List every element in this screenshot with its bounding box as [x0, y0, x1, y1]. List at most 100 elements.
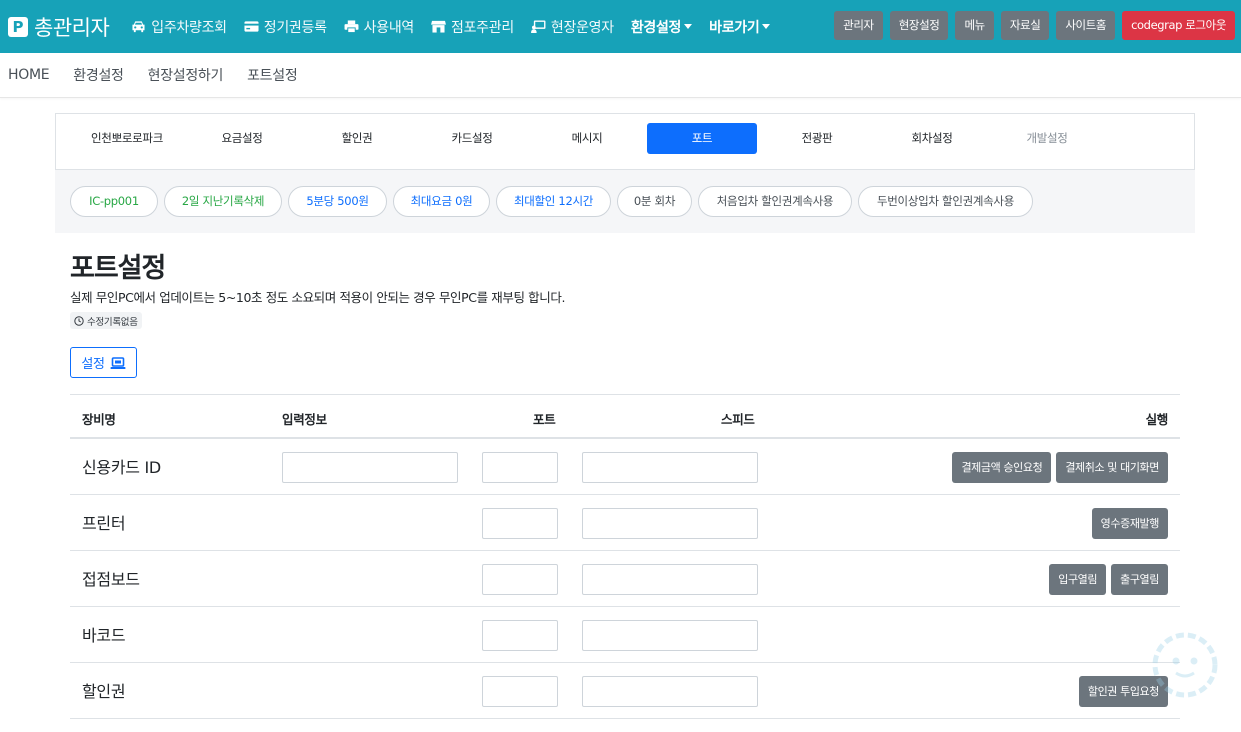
setting-button-label: 설정 — [81, 357, 105, 372]
payment-approval-request-button[interactable]: 결제금액 승인요청 — [952, 452, 1052, 483]
summary-pills: IC-pp001 2일 지난기록삭제 5분당 500원 최대요금 0원 최대할인… — [55, 170, 1195, 233]
page-title: 포트설정 — [70, 253, 166, 284]
tab-return-settings[interactable]: 회차설정 — [877, 123, 987, 154]
store-icon — [431, 20, 446, 33]
pill-max-discount[interactable]: 최대할인 12시간 — [496, 186, 611, 217]
open-exit-button[interactable]: 출구열림 — [1111, 564, 1168, 595]
setting-button[interactable]: 설정 — [70, 347, 137, 378]
speed-input[interactable] — [582, 508, 758, 539]
teacher-icon — [530, 20, 546, 33]
header-speed: 스피드 — [721, 412, 755, 427]
open-entrance-button[interactable]: 입구열림 — [1049, 564, 1107, 595]
port-settings-table: 장비명 입력정보 포트 스피드 실행 신용카드 ID 결제금액 승인요청 결제취… — [70, 394, 1180, 719]
caret-down-icon — [684, 24, 693, 29]
pill-unit-fee[interactable]: 5분당 500원 — [288, 186, 387, 217]
table-row: 프린터 영수증재발행 — [70, 495, 1180, 551]
header-device-name: 장비명 — [82, 412, 116, 427]
speed-input[interactable] — [582, 676, 758, 707]
admin-button[interactable]: 관리자 — [834, 11, 883, 40]
tab-dev-settings[interactable]: 개발설정 — [992, 123, 1102, 154]
port-input[interactable] — [482, 620, 558, 651]
caret-down-icon — [762, 24, 771, 29]
table-row: 바코드 — [70, 607, 1180, 663]
pill-repeat-entry-discount[interactable]: 두번이상입차 할인권계속사용 — [858, 186, 1033, 217]
port-input[interactable] — [482, 676, 558, 707]
device-name: 바코드 — [82, 626, 126, 645]
top-navbar: P 총관리자 입주차량조회 정기권등록 사용내역 점포주관리 현장운영자 환경설… — [0, 0, 1241, 53]
brand-logo-icon: P — [8, 16, 28, 37]
breadcrumb-home[interactable]: HOME — [8, 67, 50, 83]
site-settings-button[interactable]: 현장설정 — [889, 11, 949, 40]
menu-button[interactable]: 메뉴 — [955, 11, 994, 40]
table-row: 접점보드 입구열림 출구열림 — [70, 551, 1180, 607]
history-label: 수정기록없음 — [87, 316, 138, 328]
resources-button[interactable]: 자료실 — [1000, 11, 1050, 40]
nav-button-group: 관리자 현장설정 메뉴 자료실 사이트홈 codegrap 로그아웃 — [827, 11, 1235, 40]
settings-tabs: 인천뽀로로파크 요금설정 할인권 카드설정 메시지 포트 전광판 회차설정 개발… — [55, 113, 1195, 170]
device-name: 접점보드 — [82, 570, 140, 589]
breadcrumb: HOME 환경설정 현장설정하기 포트설정 — [0, 53, 1241, 98]
tab-site-name[interactable]: 인천뽀로로파크 — [72, 123, 182, 154]
page-description: 실제 무인PC에서 업데이트는 5~10초 정도 소요되며 적용이 안되는 경우… — [70, 290, 566, 305]
nav-item-season-pass[interactable]: 정기권등록 — [244, 17, 327, 37]
table-header: 장비명 입력정보 포트 스피드 실행 — [70, 394, 1180, 439]
pill-max-fee[interactable]: 최대요금 0원 — [393, 186, 490, 217]
row-actions: 영수증재발행 — [1087, 508, 1168, 539]
row-actions: 결제금액 승인요청 결제취소 및 대기화면 — [947, 452, 1168, 483]
port-input[interactable] — [482, 508, 558, 539]
nav-item-label: 입주차량조회 — [151, 19, 227, 36]
nav-item-label: 정기권등록 — [263, 19, 327, 36]
table-row: 신용카드 ID 결제금액 승인요청 결제취소 및 대기화면 — [70, 439, 1180, 495]
breadcrumb-site-settings[interactable]: 현장설정하기 — [148, 65, 224, 85]
laptop-icon — [110, 356, 126, 369]
port-input[interactable] — [482, 564, 558, 595]
device-name: 프린터 — [82, 514, 126, 533]
logout-button[interactable]: codegrap 로그아웃 — [1122, 11, 1235, 40]
nav-item-resident-vehicle[interactable]: 입주차량조회 — [131, 17, 227, 37]
brand[interactable]: P 총관리자 — [8, 0, 110, 53]
tab-card-settings[interactable]: 카드설정 — [417, 123, 527, 154]
row-actions: 입구열림 출구열림 — [1044, 564, 1168, 595]
tab-port[interactable]: 포트 — [647, 123, 757, 154]
nav-item-site-operator[interactable]: 현장운영자 — [530, 17, 614, 37]
tab-discount-ticket[interactable]: 할인권 — [302, 123, 412, 154]
header-port: 포트 — [533, 412, 556, 427]
tab-message[interactable]: 메시지 — [532, 123, 642, 154]
input-info-field[interactable] — [282, 452, 458, 483]
nav-item-label: 현장운영자 — [550, 19, 614, 36]
speed-input[interactable] — [582, 452, 758, 483]
pill-return-minutes[interactable]: 0분 회차 — [617, 186, 692, 217]
device-name: 할인권 — [82, 682, 126, 701]
tab-display-board[interactable]: 전광판 — [762, 123, 872, 154]
nav-dropdown-settings[interactable]: 환경설정 — [630, 17, 693, 37]
pill-site-code[interactable]: IC-pp001 — [70, 186, 158, 217]
pill-first-entry-discount[interactable]: 처음입차 할인권계속사용 — [698, 186, 852, 217]
payment-cancel-button[interactable]: 결제취소 및 대기화면 — [1056, 452, 1168, 483]
clock-icon — [74, 315, 84, 326]
site-home-button[interactable]: 사이트홈 — [1056, 11, 1116, 40]
port-input[interactable] — [482, 452, 558, 483]
nav-dropdown-label: 바로가기 — [709, 19, 760, 36]
printer-icon — [344, 20, 359, 33]
nav-item-label: 점포주관리 — [451, 19, 514, 36]
brand-title: 총관리자 — [34, 15, 110, 40]
device-name: 신용카드 ID — [82, 458, 161, 477]
nav-item-store-owner[interactable]: 점포주관리 — [431, 17, 514, 37]
header-action: 실행 — [1145, 412, 1169, 427]
tab-fee-settings[interactable]: 요금설정 — [187, 123, 297, 154]
pill-record-delete[interactable]: 2일 지난기록삭제 — [164, 186, 282, 217]
nav-item-usage-history[interactable]: 사용내역 — [344, 17, 414, 37]
car-icon — [132, 21, 145, 33]
nav-dropdown-label: 환경설정 — [630, 19, 682, 36]
reprint-receipt-button[interactable]: 영수증재발행 — [1091, 508, 1168, 539]
header-input-info: 입력정보 — [282, 412, 327, 427]
speed-input[interactable] — [582, 620, 758, 651]
table-row: 할인권 할인권 투입요청 — [70, 663, 1180, 719]
history-badge: 수정기록없음 — [70, 312, 142, 329]
credit-card-icon — [244, 21, 259, 32]
breadcrumb-settings[interactable]: 환경설정 — [73, 65, 124, 85]
speed-input[interactable] — [582, 564, 758, 595]
breadcrumb-port-settings[interactable]: 포트설정 — [247, 65, 298, 85]
nav-menu: 입주차량조회 정기권등록 사용내역 점포주관리 현장운영자 환경설정 바로가기 — [131, 0, 787, 53]
nav-dropdown-shortcuts[interactable]: 바로가기 — [709, 17, 771, 37]
